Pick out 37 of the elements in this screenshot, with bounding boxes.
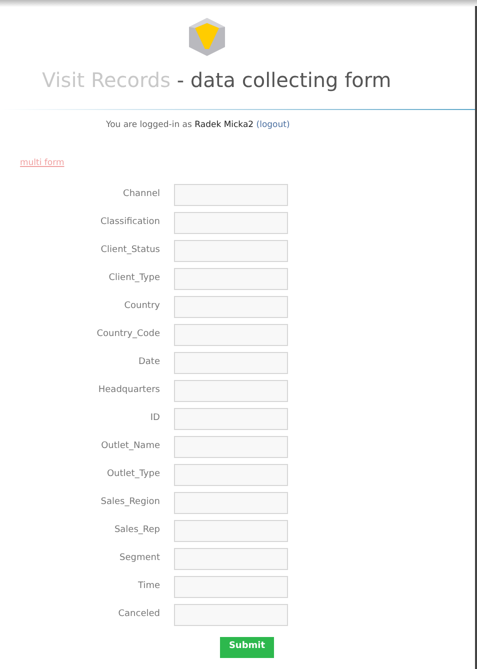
logout-link[interactable]: (logout) [256,120,290,130]
field-label: Outlet_Name [100,440,160,453]
input-field[interactable] [174,212,288,234]
multi-form-link[interactable]: multi form [20,156,64,170]
input-field[interactable] [174,408,288,430]
input-field[interactable] [174,268,288,290]
login-status-text: You are logged-in as Radek Micka2 (logout) [106,119,291,132]
field-label: ID [149,412,160,425]
input-field[interactable] [174,492,288,514]
field-label: Sales_Region [100,496,160,509]
field-label: Segment [118,552,160,565]
input-field[interactable] [174,520,288,542]
input-field[interactable] [174,604,288,626]
input-field[interactable] [174,296,288,318]
field-label: Sales_Rep [113,524,160,537]
field-label: Headquarters [97,384,160,397]
field-label: Client_Status [100,244,160,257]
input-field[interactable] [174,184,288,206]
input-field[interactable] [174,324,288,346]
submit-button[interactable]: Submit [220,636,274,658]
input-field[interactable] [174,240,288,262]
field-label: Client_Type [108,272,160,285]
input-field[interactable] [174,352,288,374]
input-field[interactable] [174,464,288,486]
field-label: Date [137,356,160,369]
field-label: Canceled [117,608,160,621]
input-field[interactable] [174,380,288,402]
field-label: Channel [122,188,160,201]
field-label: Outlet_Type [106,468,160,481]
input-field[interactable] [174,576,288,598]
input-field[interactable] [174,436,288,458]
field-label: Time [136,580,160,593]
input-field[interactable] [174,548,288,570]
field-label: Country [123,300,160,313]
field-label: Classification [99,216,160,229]
cube-logo-icon [186,17,226,57]
field-label: Country_Code [96,328,160,341]
